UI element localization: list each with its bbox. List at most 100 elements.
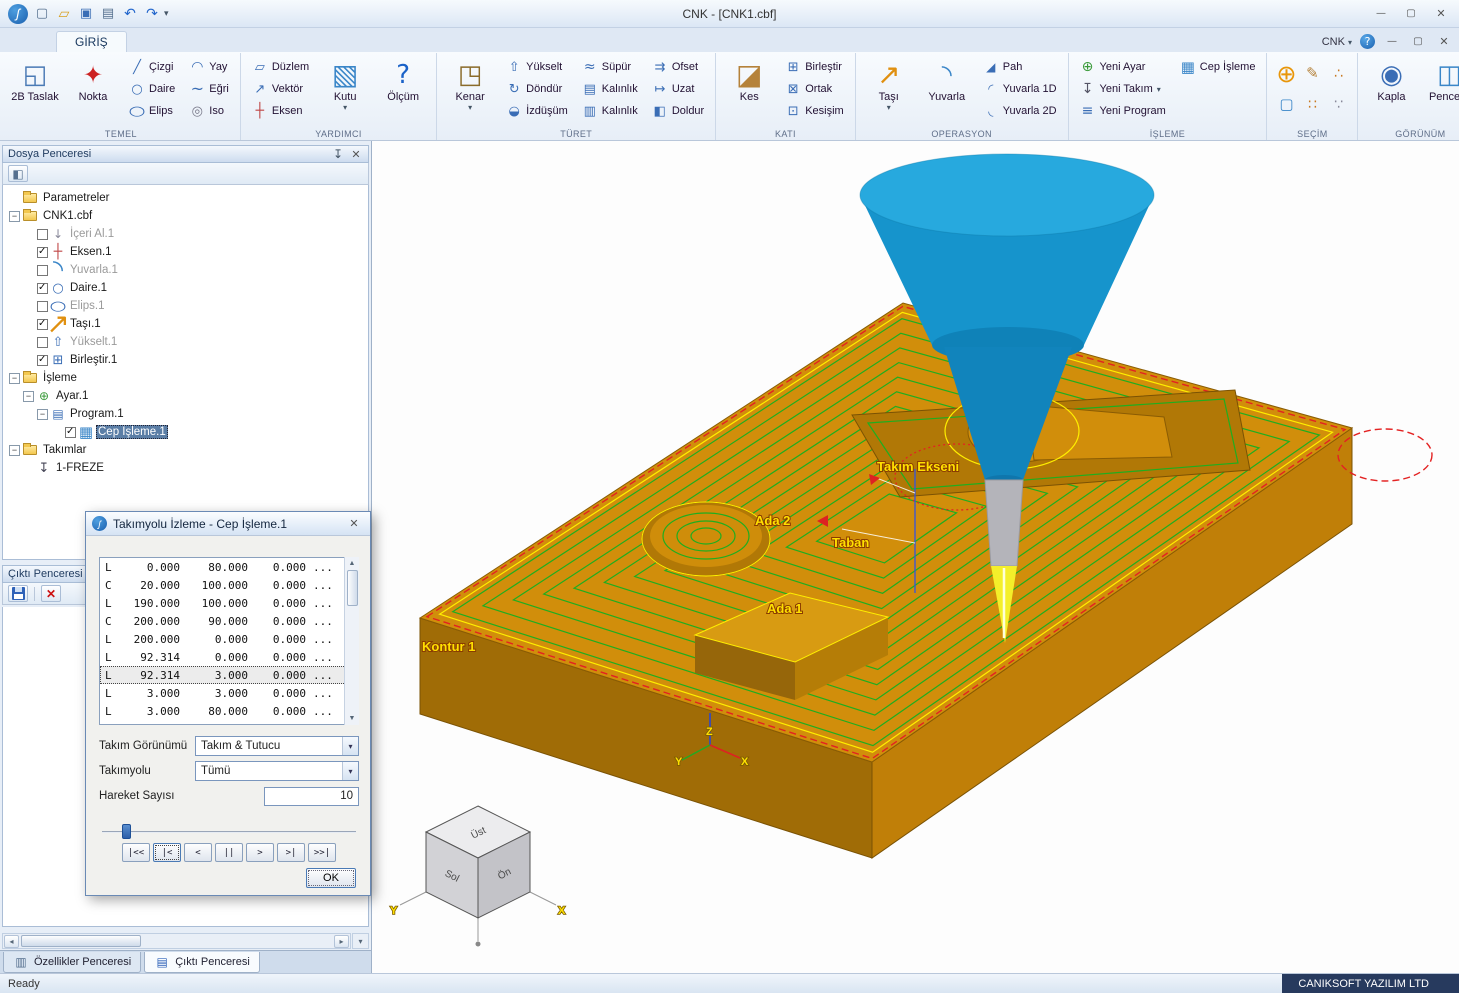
ribbon-button-eksen[interactable]: ┼ Eksen	[247, 101, 314, 121]
tree-item-elips-1[interactable]: ○ Elips.1	[3, 297, 368, 315]
ribbon-button-pah[interactable]: ◢ Pah	[978, 57, 1062, 77]
ribbon-button-cep-i-sleme[interactable]: ▦ Cep İşleme	[1175, 57, 1261, 77]
tree-item-birlestir-1[interactable]: ⊞ Birleştir.1	[3, 351, 368, 369]
input-hareket-sayisi[interactable]: 10	[264, 786, 359, 806]
tree-item-i-ceri-al-1[interactable]: ↓ İçeri Al.1	[3, 225, 368, 243]
ribbon-button-yuvarla-2d[interactable]: ◟ Yuvarla 2D	[978, 101, 1062, 121]
ribbon-button-tasi[interactable]: ↗ Taşı ▾	[862, 55, 916, 119]
pin-icon[interactable]: ↧	[331, 147, 345, 161]
window-menu[interactable]: CNK ▾	[1322, 36, 1352, 48]
tab-cikti-penceresi[interactable]: ▤ Çıktı Penceresi	[144, 952, 260, 973]
checkbox[interactable]	[37, 354, 48, 366]
ribbon-button-kenar[interactable]: ◳ Kenar ▾	[443, 55, 497, 119]
tree-item-i-sleme[interactable]: − İşleme	[3, 369, 368, 387]
ribbon-close-button[interactable]: ✕	[1435, 34, 1453, 49]
ribbon-button-ofset[interactable]: ⇉ Ofset	[647, 57, 709, 77]
scroll-up-icon[interactable]: ▲	[346, 557, 359, 570]
ribbon-button-yeni-program[interactable]: ≡ Yeni Program	[1075, 101, 1171, 121]
ribbon-restore-button[interactable]: ▢	[1409, 34, 1427, 49]
scroll-down-icon[interactable]: ▾	[352, 933, 369, 949]
ribbon-button-yuvarla-1d[interactable]: ◜ Yuvarla 1D	[978, 79, 1062, 99]
ribbon-button-ortak[interactable]: ⊠ Ortak	[780, 79, 849, 99]
close-button[interactable]: ✕	[1427, 4, 1455, 24]
playback-button-5[interactable]: >|	[277, 843, 305, 862]
tree-expander[interactable]: −	[9, 210, 20, 222]
tree-item-daire-1[interactable]: ○ Daire.1	[3, 279, 368, 297]
tree-item-cnk1-cbf[interactable]: − CNK1.cbf	[3, 207, 368, 225]
playback-button-0[interactable]: |<<	[122, 843, 150, 862]
playback-button-6[interactable]: >>|	[308, 843, 336, 862]
clear-output-button[interactable]: ✕	[41, 585, 61, 602]
toolpath-row[interactable]: L 190.000 100.000 0.000...	[100, 594, 358, 612]
ribbon-button-doldur[interactable]: ◧ Doldur	[647, 101, 709, 121]
ribbon-button-dondur[interactable]: ↻ Döndür	[501, 79, 573, 99]
ribbon-button-daire[interactable]: ○ Daire	[124, 79, 180, 99]
ribbon-button-elips[interactable]: ○ Elips	[124, 101, 180, 121]
tree-item-parametreler[interactable]: Parametreler	[3, 189, 368, 207]
trace-slider[interactable]	[100, 822, 358, 840]
ribbon-button-yeni-ayar[interactable]: ⊕ Yeni Ayar	[1075, 57, 1171, 77]
ribbon-button-yay[interactable]: ◠ Yay	[184, 57, 234, 77]
scrollbar-thumb[interactable]	[346, 570, 358, 606]
checkbox[interactable]	[37, 300, 48, 312]
ribbon-button-yeni-takim[interactable]: ↧ Yeni Takım ▾	[1075, 79, 1171, 99]
ribbon-button-dots[interactable]: ∴	[1326, 62, 1350, 86]
toolpath-row[interactable]: L 3.000 80.000 0.000...	[100, 702, 358, 720]
ribbon-minimize-button[interactable]: —	[1383, 34, 1401, 49]
ribbon-button-duzlem[interactable]: ▱ Düzlem	[247, 57, 314, 77]
ribbon-button-kesisim[interactable]: ⊡ Kesişim	[780, 101, 849, 121]
ribbon-button-pencere[interactable]: ◫Pencere	[1422, 55, 1459, 119]
ribbon-button-pencil[interactable]: ✎	[1300, 62, 1324, 86]
checkbox[interactable]	[37, 282, 48, 294]
help-icon[interactable]: ?	[1360, 34, 1375, 49]
tab-ozellikler-penceresi[interactable]: ▥ Özellikler Penceresi	[3, 952, 142, 973]
ribbon-button-dots2[interactable]: ∵	[1326, 93, 1350, 117]
tree-expander[interactable]: −	[9, 444, 20, 456]
toolpath-row[interactable]: L 0.000 80.000 0.000...	[100, 558, 358, 576]
panel-close-icon[interactable]: ✕	[349, 148, 363, 161]
tree-item-takimlar[interactable]: − Takımlar	[3, 441, 368, 459]
qat-customize-icon[interactable]: ▾	[164, 8, 169, 19]
checkbox[interactable]	[37, 246, 48, 258]
playback-button-1[interactable]: |<	[153, 843, 181, 862]
ribbon-button-egri[interactable]: ~ Eğri	[184, 79, 234, 99]
ribbon-button-kes[interactable]: ◪ Kes	[722, 55, 776, 119]
checkbox[interactable]	[37, 318, 48, 330]
scroll-down-icon[interactable]: ▼	[346, 712, 359, 725]
tree-item-yuvarla-1[interactable]: ◝ Yuvarla.1	[3, 257, 368, 283]
save-output-button[interactable]	[8, 585, 28, 602]
ribbon-button-olcum[interactable]: ? Ölçüm	[376, 55, 430, 119]
ok-button[interactable]: OK	[306, 868, 356, 888]
ribbon-button-uzat[interactable]: ↦ Uzat	[647, 79, 709, 99]
ribbon-button-kalinlik[interactable]: ▥ Kalınlık	[577, 101, 643, 121]
tree-item-yukselt-1[interactable]: ⇧ Yükselt.1	[3, 333, 368, 351]
viewport-3d[interactable]: Takım Ekseni Ada 2 Taban Ada 1 Kontur 1 …	[372, 141, 1459, 973]
list-scrollbar[interactable]: ▲ ▼	[344, 557, 359, 725]
dialog-close-icon[interactable]: ✕	[344, 515, 364, 532]
scrollbar-thumb[interactable]	[21, 935, 141, 947]
ribbon-button-kalinlik[interactable]: ▤ Kalınlık	[577, 79, 643, 99]
playback-button-3[interactable]: ||	[215, 843, 243, 862]
checkbox[interactable]	[37, 228, 48, 240]
toolpath-row[interactable]: C 200.000 90.000 0.000...	[100, 612, 358, 630]
playback-button-2[interactable]: <	[184, 843, 212, 862]
checkbox[interactable]	[37, 336, 48, 348]
tree-expander[interactable]: −	[37, 408, 48, 420]
ribbon-button-vektor[interactable]: ↗ Vektör	[247, 79, 314, 99]
scroll-left-icon[interactable]: ◂	[4, 934, 19, 948]
maximize-button[interactable]: ▢	[1397, 4, 1425, 24]
ribbon-button-target[interactable]: ⊕	[1274, 62, 1298, 86]
new-button[interactable]: ▢	[32, 4, 52, 24]
ribbon-button-2b-taslak[interactable]: ◱ 2B Taslak	[8, 55, 62, 119]
tree-item-cep-i-sleme-1[interactable]: ▦Cep İşleme.1	[3, 423, 368, 441]
toolpath-row[interactable]: C 20.000 100.000 0.000...	[100, 576, 358, 594]
ribbon-button-kapla[interactable]: ◉ Kapla	[1364, 55, 1418, 119]
tab-giris[interactable]: GİRİŞ	[56, 31, 127, 52]
horizontal-scrollbar[interactable]: ◂ ▸	[2, 933, 351, 949]
ribbon-button-cizgi[interactable]: ╱ Çizgi	[124, 57, 180, 77]
panel-view-button[interactable]: ◧	[8, 165, 28, 182]
tree-expander[interactable]: −	[23, 390, 34, 402]
ribbon-button-yukselt[interactable]: ⇧ Yükselt	[501, 57, 573, 77]
dialog-titlebar[interactable]: ʃ Takımyolu İzleme - Cep İşleme.1 ✕	[86, 512, 370, 536]
tree-item-tasi-1[interactable]: ↗Taşı.1	[3, 310, 368, 338]
